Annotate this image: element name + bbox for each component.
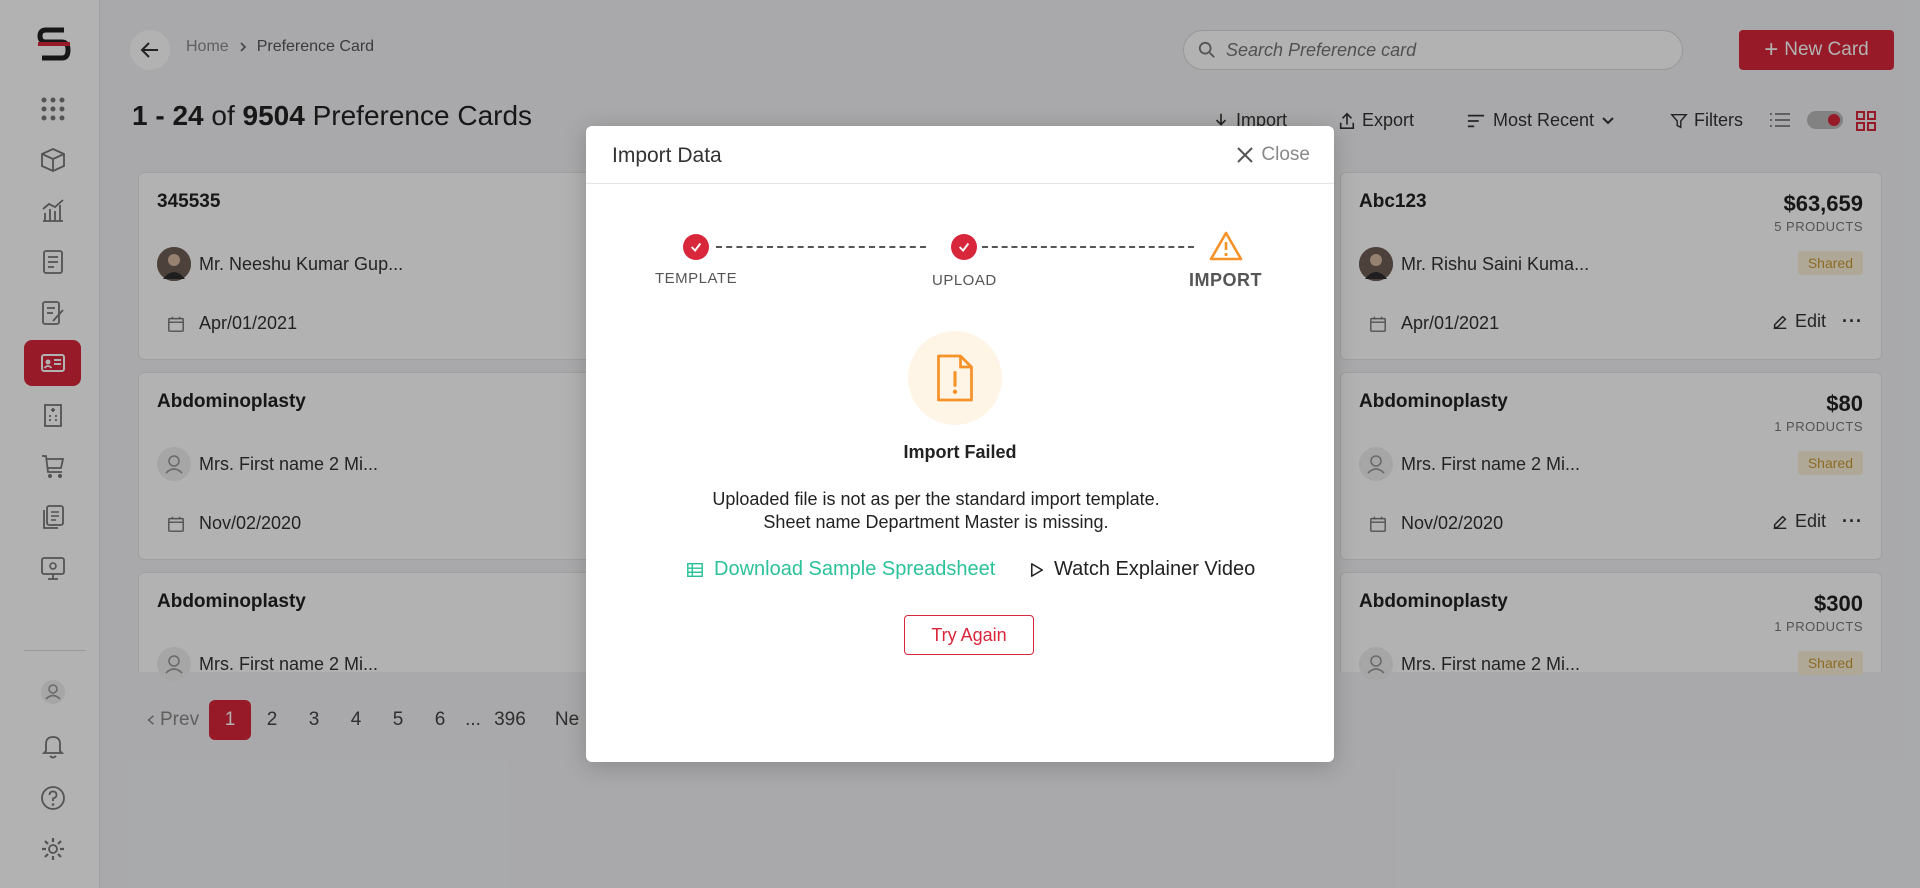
step-label: UPLOAD <box>932 272 997 289</box>
watch-video-link[interactable]: Watch Explainer Video <box>1030 558 1255 581</box>
play-icon <box>1030 562 1044 577</box>
spreadsheet-icon <box>687 562 703 577</box>
close-button[interactable]: Close <box>1235 144 1310 166</box>
check-icon <box>683 234 710 260</box>
import-data-modal: Import Data Close TEMPLATE UPLOAD IMPORT… <box>586 126 1334 762</box>
warning-triangle-icon <box>1209 231 1242 261</box>
error-line-2: Sheet name Department Master is missing. <box>763 512 1109 532</box>
step-label: IMPORT <box>1189 270 1262 290</box>
import-status-title: Import Failed <box>903 442 1017 462</box>
error-line-1: Uploaded file is not as per the standard… <box>712 489 1160 509</box>
modal-title: Import Data <box>612 144 722 167</box>
try-again-button[interactable]: Try Again <box>904 615 1034 655</box>
modal-header: Import Data Close <box>586 126 1334 184</box>
watch-video-label: Watch Explainer Video <box>1054 558 1256 580</box>
import-error-message: Uploaded file is not as per the standard… <box>586 488 1286 534</box>
download-sample-label: Download Sample Spreadsheet <box>714 558 996 580</box>
step-import: IMPORT <box>1189 230 1262 291</box>
step-upload: UPLOAD <box>932 234 997 289</box>
download-sample-link[interactable]: Download Sample Spreadsheet <box>686 558 995 581</box>
step-connector <box>716 246 926 248</box>
step-connector <box>982 246 1194 248</box>
close-label: Close <box>1261 144 1310 165</box>
step-label: TEMPLATE <box>655 270 738 287</box>
file-error-icon <box>908 331 1002 425</box>
check-icon <box>951 234 978 260</box>
step-template: TEMPLATE <box>655 234 737 287</box>
close-icon <box>1237 147 1254 163</box>
